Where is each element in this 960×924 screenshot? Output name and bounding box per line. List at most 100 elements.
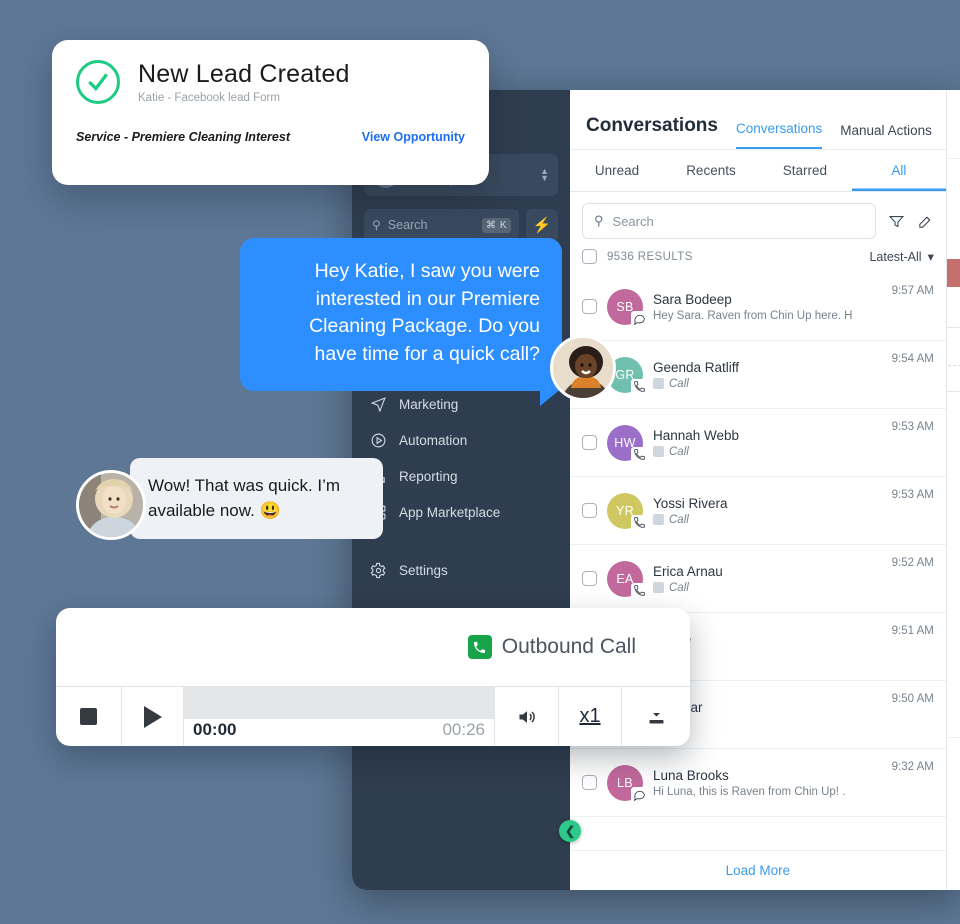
timestamp: 9:50 AM xyxy=(891,693,934,705)
timestamp: 9:52 AM xyxy=(891,557,934,569)
sidebar-item-settings[interactable]: Settings xyxy=(352,552,570,588)
filter-tab-starred[interactable]: Starred xyxy=(758,150,852,191)
select-all-checkbox[interactable] xyxy=(582,249,597,264)
volume-button[interactable] xyxy=(495,687,559,746)
conversations-topbar: Conversations Conversations Manual Actio… xyxy=(570,90,946,150)
sidebar-item-reporting[interactable]: Reporting xyxy=(352,458,570,494)
contact-name: Sara Bodeep xyxy=(653,291,732,307)
filter-icon[interactable] xyxy=(888,213,905,230)
search-icon: ⚲ xyxy=(372,218,381,232)
avatar xyxy=(550,335,616,401)
stop-button[interactable] xyxy=(56,687,122,746)
phone-icon xyxy=(631,514,647,531)
inbound-message-bubble: Wow! That was quick. I’m available now. … xyxy=(117,458,383,540)
sidebar-item-label: Settings xyxy=(399,562,448,578)
call-type-icon xyxy=(653,446,664,457)
row-checkbox[interactable] xyxy=(582,571,597,586)
contact-name: Yossi Rivera xyxy=(653,495,728,511)
marketing-icon xyxy=(370,396,387,413)
avatar: EA xyxy=(607,560,647,599)
seek-slider[interactable]: 00:00 00:26 xyxy=(184,687,495,746)
call-type-icon xyxy=(653,582,664,593)
load-more-button[interactable]: Load More xyxy=(570,850,946,890)
phone-icon xyxy=(631,582,647,599)
sidebar-search-row: ⚲ Search ⌘ K ⚡ xyxy=(364,209,558,241)
phone-icon xyxy=(631,446,647,463)
chevron-down-icon: ▾ xyxy=(927,250,934,264)
keyboard-shortcut-badge: ⌘ K xyxy=(482,217,511,233)
detail-attachment-card[interactable]: E xyxy=(946,326,960,392)
chevron-updown-icon: ▲ ▼ xyxy=(540,166,549,183)
contact-name: Erica Arnau xyxy=(653,563,723,579)
sidebar-item-app-marketplace[interactable]: App Marketplace xyxy=(352,494,570,530)
message-preview: Call xyxy=(653,514,882,526)
sidebar: ...tics ... Decatur, GA ▲▼ ⚲ Search ⌘ K … xyxy=(352,90,581,890)
search-input[interactable]: ⚲ Search xyxy=(582,203,876,239)
automation-icon xyxy=(370,432,387,449)
sort-dropdown[interactable]: Latest-All ▾ xyxy=(869,249,934,265)
attachment-label: E xyxy=(947,371,960,383)
total-time: 00:26 xyxy=(442,720,485,739)
phone-outbound-icon xyxy=(467,635,492,659)
play-button[interactable] xyxy=(122,687,184,746)
compose-icon[interactable] xyxy=(917,213,934,230)
row-checkbox[interactable] xyxy=(582,775,597,790)
view-opportunity-link[interactable]: View Opportunity xyxy=(362,130,465,144)
avatar: HW xyxy=(607,424,647,463)
message-icon xyxy=(631,310,647,327)
row-checkbox[interactable] xyxy=(582,503,597,518)
message-preview: Call xyxy=(653,378,882,390)
avatar xyxy=(76,470,146,540)
lead-service: Service - Premiere Cleaning Interest xyxy=(76,130,290,144)
call-type-icon xyxy=(653,378,664,389)
player-controls: 00:00 00:26 x1 xyxy=(56,686,690,746)
chevron-left-icon[interactable]: ❮ xyxy=(559,820,581,842)
sort-label: Latest-All xyxy=(869,249,922,264)
current-time: 00:00 xyxy=(193,720,237,739)
timestamp: 9:32 AM xyxy=(891,761,934,773)
sidebar-item-label: Reporting xyxy=(399,468,458,484)
playback-speed-button[interactable]: x1 xyxy=(559,687,622,746)
conversations-search-row: ⚲ Search xyxy=(570,192,946,245)
contact-name: Geenda Ratliff xyxy=(653,359,740,375)
conversation-list[interactable]: SB Sara Bodeep Hey Sara. Raven from Chin U… xyxy=(570,273,946,850)
message-preview: Call xyxy=(653,446,882,458)
download-button[interactable] xyxy=(622,687,690,746)
sidebar-item-automation[interactable]: Automation xyxy=(352,422,570,458)
app-window: ...tics ... Decatur, GA ▲▼ ⚲ Search ⌘ K … xyxy=(352,90,960,890)
message-preview: Hi Luna, this is Raven from Chin Up! . xyxy=(653,785,846,798)
avatar: SB xyxy=(607,288,647,327)
sidebar-search-input[interactable]: ⚲ Search ⌘ K xyxy=(364,209,519,241)
sidebar-item-label: Automation xyxy=(399,432,468,448)
message-preview: Call xyxy=(653,582,882,594)
row-checkbox[interactable] xyxy=(582,299,597,314)
sidebar-item-marketing[interactable]: Marketing xyxy=(352,386,570,422)
table-row[interactable]: SB Sara Bodeep Hey Sara. Raven from Chin U… xyxy=(570,273,946,341)
table-row[interactable]: YR Yossi Rivera Call 9:53 AM xyxy=(570,477,946,545)
filter-tab-all[interactable]: All xyxy=(852,150,946,191)
sidebar-item-label: Marketing xyxy=(399,396,459,412)
settings-gear-icon xyxy=(370,562,387,579)
filter-tab-unread[interactable]: Unread xyxy=(570,150,664,191)
row-checkbox[interactable] xyxy=(582,435,597,450)
detail-messages: C E C xyxy=(946,159,960,738)
table-row[interactable]: EA Erica Arnau Call 9:52 AM xyxy=(570,545,946,613)
contact-name: Hannah Webb xyxy=(653,427,740,443)
search-icon: ⚲ xyxy=(594,213,604,228)
play-icon xyxy=(143,705,162,728)
player-label: Outbound Call xyxy=(501,635,636,658)
tab-conversations[interactable]: Conversations xyxy=(735,121,823,149)
avatar: LB xyxy=(607,764,647,803)
tab-manual-actions[interactable]: Manual Actions xyxy=(840,123,932,149)
table-row[interactable]: HW Hannah Webb Call 9:53 AM xyxy=(570,409,946,477)
lead-subtitle: Katie - Facebook lead Form xyxy=(138,92,280,104)
bolt-icon[interactable]: ⚡ xyxy=(526,209,558,241)
table-row[interactable]: LB Luna Brooks Hi Luna, this is Raven from… xyxy=(570,749,946,817)
filter-tab-recents[interactable]: Recents xyxy=(664,150,758,191)
table-row[interactable]: GR Geenda Ratliff Call 9:54 AM xyxy=(570,341,946,409)
new-lead-notification-card[interactable]: New Lead Created Katie - Facebook lead F… xyxy=(52,40,489,185)
avatar: YR xyxy=(607,492,647,531)
timestamp: 9:53 AM xyxy=(891,421,934,433)
outbound-message-bubble: Hey Katie, I saw you were interested in … xyxy=(240,238,562,406)
audio-player-card: Outbound Call 00:00 00:26 x1 xyxy=(56,608,690,746)
